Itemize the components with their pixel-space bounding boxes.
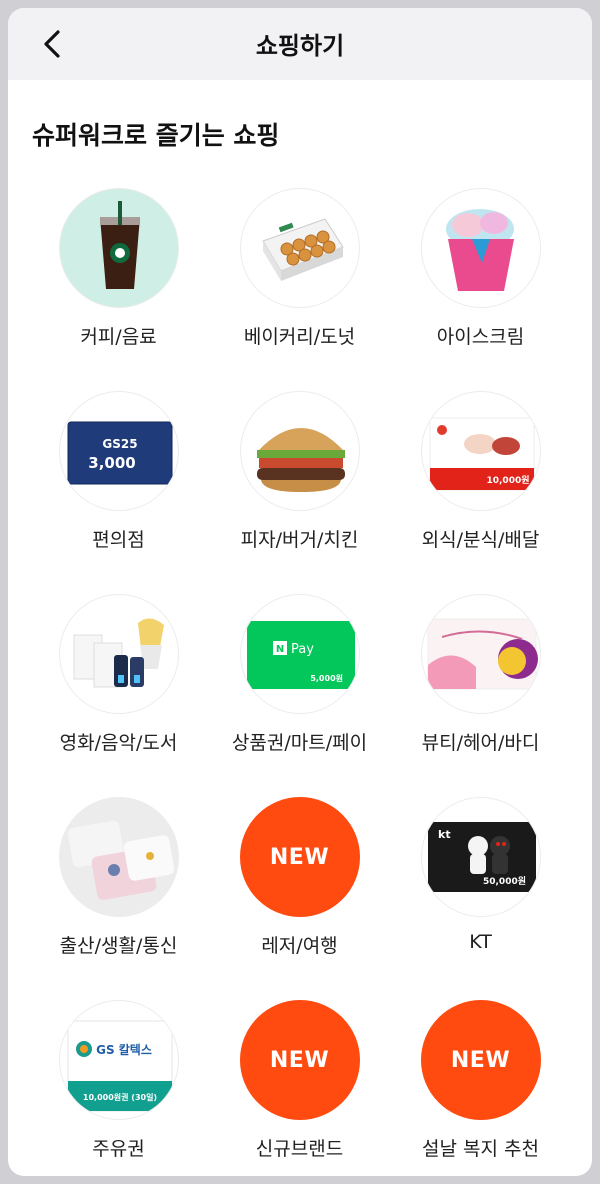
category-movie-music-books[interactable]: 영화/음악/도서 <box>28 594 209 755</box>
card-brand-text: Pay <box>291 642 314 657</box>
category-seollal-welfare[interactable]: NEW 설날 복지 추천 <box>390 1000 571 1161</box>
category-convenience-store[interactable]: GS25 3,000 편의점 <box>28 391 209 552</box>
svg-text:kt: kt <box>438 828 451 841</box>
category-label: 신규브랜드 <box>255 1138 344 1160</box>
card-brand-text: GS 칼텍스 <box>96 1042 152 1057</box>
category-new-brand[interactable]: NEW 신규브랜드 <box>209 1000 390 1161</box>
category-label: 뷰티/헤어/바디 <box>421 732 540 754</box>
category-label: 레저/여행 <box>261 935 338 957</box>
card-amount-text: 10,000원권 (30일) <box>82 1092 156 1102</box>
category-label: 아이스크림 <box>436 326 525 348</box>
category-giftcard-mart-pay[interactable]: N Pay 5,000원 상품권/마트/페이 <box>209 594 390 755</box>
category-label: 주유권 <box>92 1138 145 1160</box>
app-screen: 쇼핑하기 슈퍼워크로 즐기는 쇼핑 커피/음료 베이커리/도넛 아이스크림 GS… <box>8 8 592 1176</box>
category-kt[interactable]: kt 50,000원 KT <box>390 797 571 953</box>
category-dining[interactable]: 10,000원 외식/분식/배달 <box>390 391 571 552</box>
towels-image <box>58 797 179 917</box>
category-label: 영화/음악/도서 <box>59 732 178 754</box>
food-giftcard-image: 10,000원 <box>420 391 541 511</box>
category-label: 피자/버거/치킨 <box>240 529 359 551</box>
category-label: KT <box>469 931 492 953</box>
card-amount-text: 50,000원 <box>482 875 525 887</box>
gs25-giftcard-image: GS25 3,000 <box>58 391 179 511</box>
category-label: 설날 복지 추천 <box>422 1138 539 1160</box>
card-amount-text: 3,000 <box>88 454 135 472</box>
card-amount-text: 10,000원 <box>486 474 529 486</box>
npay-giftcard-image: N Pay 5,000원 <box>239 594 360 714</box>
category-label: 베이커리/도넛 <box>243 326 356 348</box>
iced-coffee-cup-image <box>58 188 179 308</box>
ice-cream-cup-image <box>420 188 541 308</box>
category-beauty-hair-body[interactable]: 뷰티/헤어/바디 <box>390 594 571 755</box>
card-brand-text: GS25 <box>102 437 137 451</box>
kt-giftcard-image: kt 50,000원 <box>420 797 541 917</box>
category-label: 외식/분식/배달 <box>421 529 540 551</box>
page-title: 쇼핑하기 <box>255 32 345 60</box>
burger-image <box>239 391 360 511</box>
category-label: 편의점 <box>92 529 145 551</box>
top-bar: 쇼핑하기 <box>8 8 592 80</box>
category-label: 커피/음료 <box>80 326 157 348</box>
category-label: 출산/생활/통신 <box>59 935 178 957</box>
category-pizza-burger-chicken[interactable]: 피자/버거/치킨 <box>209 391 390 552</box>
category-label: 상품권/마트/페이 <box>231 732 368 754</box>
category-icecream[interactable]: 아이스크림 <box>390 188 571 349</box>
new-badge: NEW <box>239 1000 360 1120</box>
new-badge: NEW <box>239 797 360 917</box>
oliveyoung-giftcard-image <box>420 594 541 714</box>
section-title: 슈퍼워크로 즐기는 쇼핑 <box>32 121 280 150</box>
svg-text:N: N <box>275 644 283 655</box>
card-amount-text: 5,000원 <box>310 673 343 683</box>
donut-box-image <box>239 188 360 308</box>
gs-caltex-coupon-image: GS 칼텍스 10,000원권 (30일) <box>58 1000 179 1120</box>
movie-ticket-popcorn-image <box>58 594 179 714</box>
category-fuel[interactable]: GS 칼텍스 10,000원권 (30일) 주유권 <box>28 1000 209 1161</box>
category-bakery[interactable]: 베이커리/도넛 <box>209 188 390 349</box>
category-coffee[interactable]: 커피/음료 <box>28 188 209 349</box>
category-baby-living-telecom[interactable]: 출산/생활/통신 <box>28 797 209 958</box>
category-leisure-travel[interactable]: NEW 레저/여행 <box>209 797 390 958</box>
new-badge: NEW <box>420 1000 541 1120</box>
